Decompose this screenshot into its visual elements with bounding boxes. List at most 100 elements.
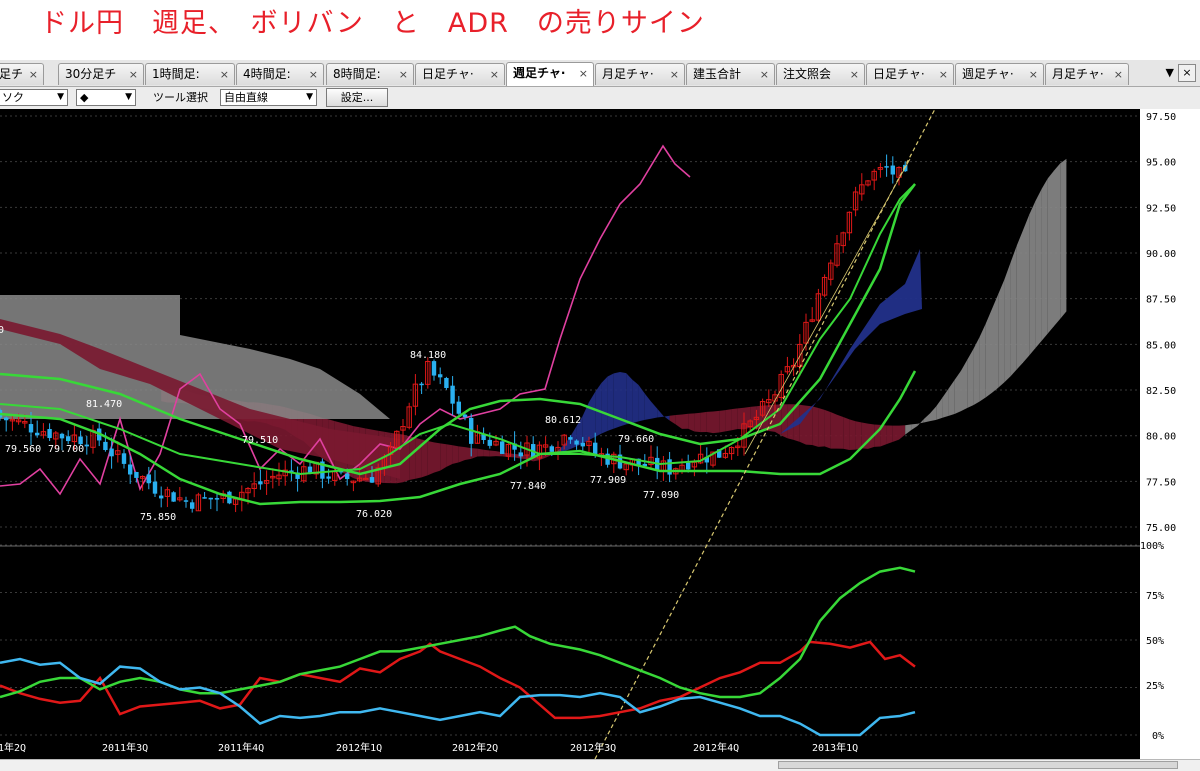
cloud-segment (706, 411, 713, 434)
tab-close-icon[interactable]: × (939, 64, 948, 85)
chart-area[interactable]: 84.180 81.470 79.560 79.700 79.510 75.850 76.0… (0, 108, 1200, 760)
candle-body (84, 444, 89, 447)
cloud-segment (719, 410, 726, 433)
tab-label: 週足チャ· (513, 66, 566, 80)
cloud-segment (954, 370, 961, 414)
price-axis-label: 92.50 (1146, 203, 1176, 214)
pct-axis-label: 50% (1146, 636, 1164, 647)
tab-5[interactable]: 8時間足: × (326, 63, 414, 85)
candle-body (171, 492, 176, 502)
tab-8[interactable]: 月足チャ· × (595, 63, 685, 85)
tab-close-icon[interactable]: × (220, 64, 229, 85)
cloud-segment (688, 413, 695, 432)
cloud-segment (911, 423, 918, 431)
candle-body (438, 374, 443, 378)
tool-select-label: ツール選択 (153, 91, 208, 104)
tab-menu-icon[interactable]: ▼ (1166, 66, 1174, 79)
cloud-segment (824, 409, 831, 449)
candle-body (258, 481, 263, 485)
candle-body (549, 446, 554, 452)
price-label: 0 (0, 325, 4, 336)
candle-body (146, 474, 151, 484)
tool-select-value: 自由直線 (224, 91, 268, 104)
cloud-segment (917, 419, 924, 426)
price-label: 81.470 (86, 399, 122, 410)
cloud-segment (1004, 262, 1011, 383)
settings-button[interactable]: 設定... (326, 88, 388, 107)
tab-close-icon[interactable]: × (129, 64, 138, 85)
time-axis-label: 2011年3Q (102, 741, 148, 754)
tab-label: 建玉合計 (693, 67, 742, 81)
scrollbar-thumb[interactable] (778, 761, 1178, 769)
osc-green-line (0, 566, 916, 699)
price-label: 80.612 (545, 415, 581, 426)
tab-close-icon[interactable]: × (850, 64, 859, 85)
price-axis-label: 85.00 (1146, 340, 1176, 351)
osc-blue-line (0, 657, 916, 737)
cloud-segment (663, 415, 670, 421)
price-label: 79.560 (5, 444, 41, 455)
cloud-segment (651, 401, 658, 419)
tab-6[interactable]: 日足チャ· × (415, 63, 505, 85)
cloud-segment (979, 323, 986, 402)
cloud-segment (700, 411, 707, 433)
price-axis-label: 97.50 (1146, 112, 1176, 123)
cloud-segment (452, 445, 459, 464)
tab-close-icon[interactable]: × (29, 64, 38, 85)
price-axis-panel: 97.50 95.00 92.50 90.00 87.50 85.00 82.50 80.00… (1140, 109, 1200, 759)
cloud-segment (1060, 158, 1067, 319)
tab-close-icon[interactable]: × (760, 64, 769, 85)
time-axis-label: 11年2Q (0, 741, 26, 754)
cloud-segment (694, 412, 701, 433)
tab-close-icon[interactable]: × (309, 64, 318, 85)
candle-body (66, 436, 71, 442)
cloud-segment (471, 448, 478, 459)
time-axis-label: 2012年4Q (693, 741, 739, 754)
cloud-segment (899, 425, 906, 440)
cloud-segment (1029, 201, 1036, 356)
chevron-down-icon: ▼ (57, 92, 64, 102)
cloud-segment (886, 425, 893, 445)
tab-close-icon[interactable]: × (399, 64, 408, 85)
tab-13[interactable]: 月足チャ· × (1045, 63, 1129, 85)
chart-svg[interactable]: 84.180 81.470 79.560 79.700 79.510 75.850 76.0… (0, 108, 1200, 760)
tab-7[interactable]: 週足チャ· × (506, 62, 594, 86)
pct-axis-label: 0% (1152, 731, 1164, 742)
cloud-segment (713, 410, 720, 434)
tab-4[interactable]: 4時間足: × (236, 63, 324, 85)
pct-axis-label: 75% (1146, 591, 1164, 602)
candle-body (103, 441, 108, 451)
candle-style-select[interactable]: ◆ ▼ (76, 89, 136, 106)
tab-9[interactable]: 建玉合計 × (686, 63, 775, 85)
tab-2[interactable]: 30分足チ × (58, 63, 144, 85)
cloud-segment (942, 388, 949, 418)
tab-3[interactable]: 1時間足: × (145, 63, 235, 85)
horizontal-scrollbar[interactable] (0, 759, 1200, 771)
window-close-button[interactable]: × (1178, 64, 1196, 82)
tab-close-icon[interactable]: × (670, 64, 679, 85)
chart-type-select[interactable]: ソク ▼ (0, 89, 68, 106)
price-axis-label: 95.00 (1146, 158, 1176, 169)
candle-body (419, 383, 424, 386)
price-label: 79.700 (48, 444, 84, 455)
cloud-segment (434, 442, 441, 473)
cloud-segment (632, 379, 639, 424)
cloud-segment (669, 415, 676, 425)
tab-close-icon[interactable]: × (579, 63, 588, 84)
tab-close-icon[interactable]: × (1114, 64, 1123, 85)
cloud-segment (843, 417, 850, 450)
tab-1[interactable]: 足チ × (0, 63, 44, 85)
price-label: 79.510 (242, 435, 278, 446)
cloud-segment (818, 407, 825, 447)
time-axis-label: 2012年3Q (570, 741, 616, 754)
tab-close-icon[interactable]: × (1029, 64, 1038, 85)
tab-11[interactable]: 日足チャ· × (866, 63, 954, 85)
cloud-segment (967, 349, 974, 409)
tab-10[interactable]: 注文照会 × (776, 63, 865, 85)
candle-body (128, 464, 133, 475)
tab-close-icon[interactable]: × (490, 64, 499, 85)
cloud-segment (489, 450, 496, 457)
candle-body (47, 429, 52, 439)
tab-12[interactable]: 週足チャ· × (955, 63, 1044, 85)
tool-select[interactable]: 自由直線 ▼ (220, 89, 317, 106)
